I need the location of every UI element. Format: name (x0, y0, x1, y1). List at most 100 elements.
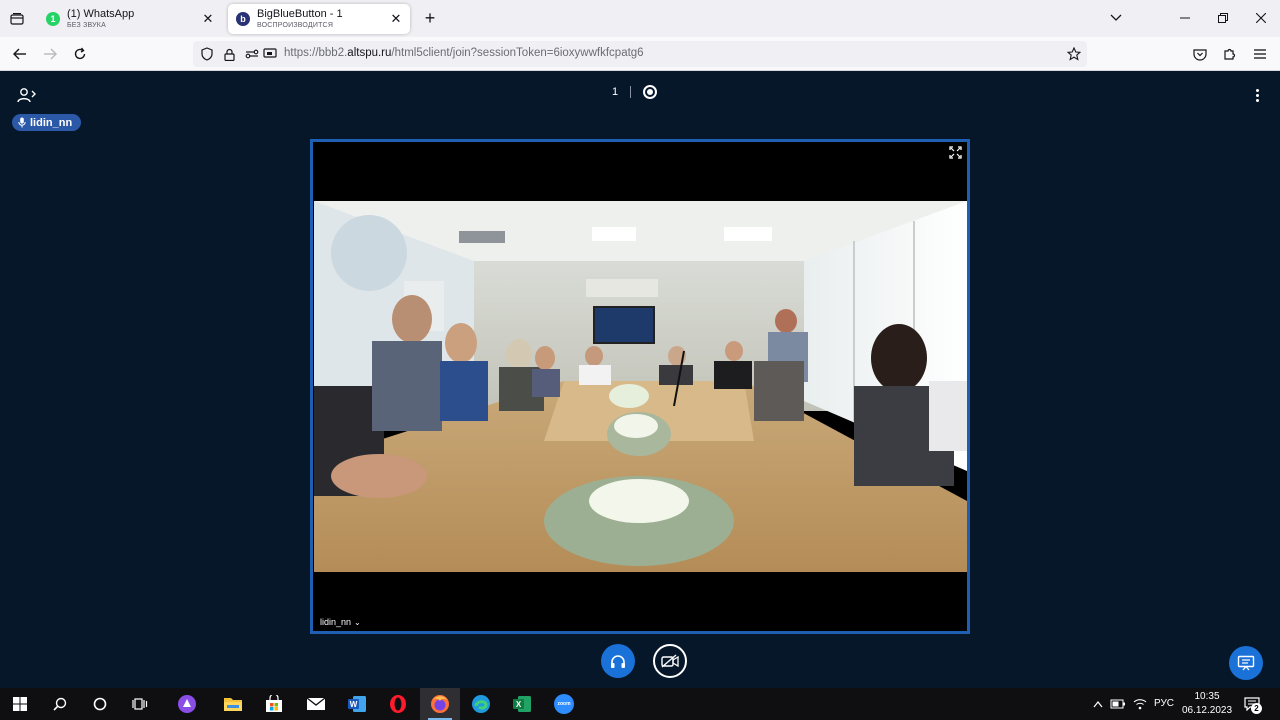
task-view-button[interactable] (127, 692, 153, 716)
search-icon (53, 697, 67, 711)
separator (630, 86, 632, 98)
lock-icon (223, 48, 235, 61)
minimize-button[interactable] (1172, 6, 1198, 30)
bookmark-star-button[interactable] (1066, 46, 1082, 62)
site-security-button[interactable] (221, 46, 237, 62)
cortana-button[interactable] (87, 692, 113, 716)
back-arrow-icon (13, 48, 26, 60)
action-center-button[interactable]: 2 (1240, 692, 1264, 716)
tab-whatsapp[interactable]: 1 (1) WhatsApp БЕЗ ЗВУКА ✕ (38, 4, 222, 34)
taskbar-app-opera[interactable] (378, 688, 418, 720)
network-button[interactable] (1130, 692, 1150, 716)
forward-arrow-icon (44, 48, 57, 60)
tracking-protection-icon[interactable] (199, 46, 215, 62)
taskbar-app-store[interactable] (254, 688, 294, 720)
screen-share-icon (263, 48, 277, 58)
close-tab-icon[interactable]: ✕ (388, 11, 404, 27)
show-hidden-icons-button[interactable] (1090, 692, 1106, 716)
screen-sharing-indicator[interactable] (262, 46, 278, 62)
user-list-toggle-button[interactable] (14, 83, 40, 107)
app-menu-button[interactable] (1248, 42, 1272, 66)
extensions-button[interactable] (1218, 42, 1242, 66)
pocket-icon (1193, 48, 1207, 61)
minimize-icon (1180, 17, 1190, 19)
excel-icon: X (513, 696, 531, 712)
restore-icon (1218, 13, 1228, 23)
clock-time: 10:35 (1194, 691, 1220, 702)
webcam-video-frame[interactable]: lidin_nn ⌄ (310, 139, 970, 634)
presentation-icon (1237, 655, 1255, 671)
battery-icon (1110, 699, 1125, 709)
share-webcam-button[interactable] (653, 644, 687, 678)
url-text[interactable]: https://bbb2.altspu.ru/html5client/join?… (284, 47, 644, 59)
tab-list-button[interactable] (6, 8, 28, 30)
dot (1255, 98, 1259, 102)
taskbar-app-alice[interactable] (167, 688, 207, 720)
list-all-tabs-button[interactable] (1103, 6, 1129, 30)
taskbar-app-firefox[interactable] (420, 688, 460, 720)
video-off-icon (661, 654, 679, 668)
store-icon (266, 695, 282, 712)
chevron-down-icon: ⌄ (354, 617, 361, 627)
new-tab-button[interactable]: + (419, 7, 441, 29)
back-button[interactable] (8, 42, 32, 66)
windows-taskbar: W X zoom РУС 10:35 06.12.2023 2 (0, 688, 1280, 720)
input-language[interactable]: РУС (1154, 698, 1174, 709)
close-icon (1256, 13, 1266, 23)
zoom-icon: zoom (554, 694, 574, 714)
taskbar-app-mail[interactable] (296, 688, 336, 720)
url-scheme: https://bbb2. (284, 47, 348, 59)
star-icon (1067, 47, 1081, 61)
tab-audio-status: БЕЗ ЗВУКА (67, 22, 106, 29)
talking-indicator[interactable]: lidin_nn (12, 114, 82, 131)
file-explorer-icon (224, 698, 242, 711)
svg-text:W: W (350, 700, 358, 709)
meeting-title: 1 (612, 86, 619, 98)
close-tab-icon[interactable]: ✕ (200, 11, 216, 27)
users-icon (17, 88, 36, 103)
chevron-down-icon (1110, 14, 1122, 21)
headphones-icon (611, 654, 625, 668)
cortana-icon (93, 697, 107, 711)
start-button[interactable] (7, 692, 33, 716)
microphone-icon (18, 117, 26, 128)
restore-presentation-button[interactable] (1229, 646, 1263, 680)
whatsapp-favicon-icon: 1 (46, 12, 60, 26)
fullscreen-button[interactable] (947, 144, 963, 160)
tab-title: (1) WhatsApp (67, 9, 135, 20)
battery-button[interactable] (1108, 692, 1128, 716)
webcam-user-name: lidin_nn (320, 617, 352, 627)
taskbar-app-edge[interactable] (461, 688, 501, 720)
close-window-button[interactable] (1248, 6, 1274, 30)
taskbar-search-button[interactable] (47, 692, 73, 716)
wifi-icon (1133, 699, 1147, 710)
clock[interactable]: 10:35 06.12.2023 (1180, 690, 1234, 718)
recording-indicator-icon[interactable] (643, 85, 658, 99)
forward-button[interactable] (38, 42, 62, 66)
webcam-video-image (314, 201, 967, 572)
restore-button[interactable] (1210, 6, 1236, 30)
webcam-user-menu[interactable]: lidin_nn ⌄ (320, 617, 361, 627)
reload-icon (74, 47, 86, 60)
tab-list-icon (10, 13, 24, 25)
leave-audio-button[interactable] (601, 644, 635, 678)
bbb-meeting-area: lidin_nn 1 lidin_nn ⌄ (0, 71, 1280, 688)
meeting-info: 1 (612, 85, 658, 99)
talking-user-name: lidin_nn (30, 116, 73, 129)
alice-icon (178, 695, 196, 713)
taskbar-app-file-explorer[interactable] (213, 688, 253, 720)
options-menu-button[interactable] (1248, 85, 1266, 105)
word-icon: W (348, 696, 366, 712)
permissions-button[interactable] (244, 46, 260, 62)
pocket-button[interactable] (1188, 42, 1212, 66)
tab-bigbluebutton[interactable]: b BigBlueButton - 1 ВОСПРОИЗВОДИТСЯ ✕ (228, 4, 410, 34)
tab-audio-status: ВОСПРОИЗВОДИТСЯ (257, 22, 334, 29)
taskbar-app-word[interactable]: W (337, 688, 377, 720)
firefox-icon (431, 695, 449, 713)
browser-tab-bar: 1 (1) WhatsApp БЕЗ ЗВУКА ✕ b BigBlueButt… (0, 0, 1280, 37)
reload-button[interactable] (68, 42, 92, 66)
taskbar-app-zoom[interactable]: zoom (544, 688, 584, 720)
taskbar-app-excel[interactable]: X (502, 688, 542, 720)
address-bar[interactable]: https://bbb2.altspu.ru/html5client/join?… (193, 41, 1087, 67)
tab-title: BigBlueButton - 1 (257, 9, 343, 20)
